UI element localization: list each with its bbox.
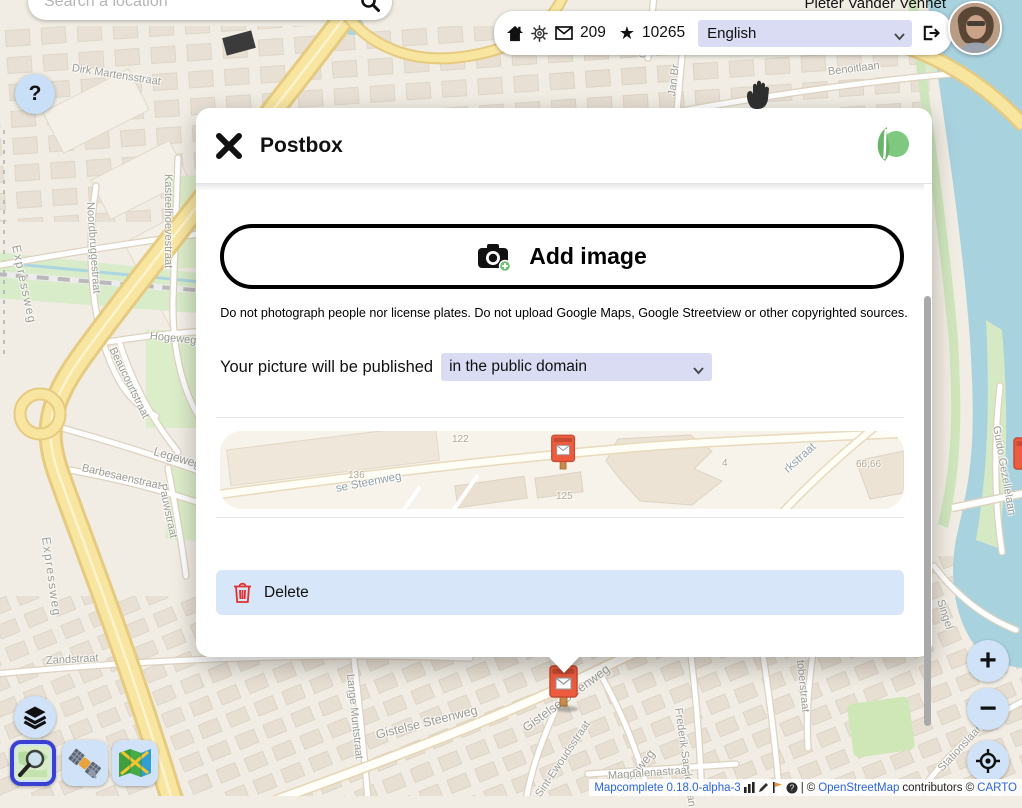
messages-icon[interactable] <box>555 26 573 40</box>
layers-icon <box>22 704 48 730</box>
folded-map-icon <box>117 745 153 781</box>
flag-icon[interactable] <box>772 782 783 793</box>
mapcomplete-version-link[interactable]: Mapcomplete 0.18.0-alpha-3 <box>594 782 740 794</box>
street-label: rkstraat <box>782 441 819 476</box>
background-aerial-button[interactable] <box>62 740 108 786</box>
help-circle-icon[interactable]: ? <box>786 782 798 794</box>
minimap-postbox-marker <box>550 431 577 480</box>
trash-icon <box>233 582 252 604</box>
image-license-note: Do not photograph people nor license pla… <box>219 300 909 327</box>
search-input[interactable] <box>42 0 360 12</box>
street-label: Expressweg <box>9 244 39 326</box>
street-label: Sint-Ewoudsstraat <box>533 719 593 800</box>
help-button[interactable]: ? <box>15 74 55 114</box>
chevron-down-icon <box>693 362 704 380</box>
modal-scrollbar[interactable] <box>924 188 932 649</box>
search-icon[interactable] <box>360 0 380 12</box>
help-label: ? <box>29 82 42 106</box>
attribution-bar: Mapcomplete 0.18.0-alpha-3 ? | © OpenStr… <box>589 779 1022 796</box>
street-label: Benoitlaan <box>827 60 880 78</box>
feature-minimap[interactable]: 122136125466;66se Steenwegrkstraat <box>220 431 904 509</box>
layers-button[interactable] <box>14 696 56 738</box>
street-label: se Steenweg <box>335 470 403 494</box>
street-label: 66;66 <box>856 459 881 470</box>
user-avatar[interactable] <box>948 1 1002 55</box>
zoom-in-button[interactable]: + <box>967 640 1009 682</box>
attrib-separator: | <box>801 782 804 794</box>
street-label: 125 <box>556 491 573 502</box>
scroll-shadow <box>196 184 924 191</box>
modal-pointer <box>548 656 580 673</box>
postbox-marker-edge[interactable] <box>1012 434 1022 489</box>
street-label: Kasteelhoevestraat <box>162 174 174 268</box>
street-label: Expressweg <box>39 536 64 618</box>
language-value: English <box>707 25 756 42</box>
logout-icon[interactable] <box>921 24 940 42</box>
publish-row: Your picture will be published in the pu… <box>220 353 712 381</box>
geolocate-button[interactable] <box>967 740 1009 782</box>
mapcomplete-logo-icon <box>872 125 910 168</box>
street-label: 122 <box>452 434 469 445</box>
street-label: Hogeweg <box>149 330 196 347</box>
stats-icon[interactable] <box>744 782 755 793</box>
attrib-middle: contributors © <box>902 782 974 794</box>
street-label: Dirk Martensstraat <box>71 62 162 88</box>
street-label: Jan Br <box>666 64 682 97</box>
user-name: Pieter Vander Vennet <box>805 0 947 12</box>
street-label: Beaucourtstraat <box>107 345 152 420</box>
home-icon[interactable] <box>506 25 524 42</box>
hand-cursor-icon <box>744 80 770 115</box>
street-label: Singel <box>934 598 955 631</box>
background-map-button[interactable] <box>112 740 158 786</box>
background-osm-button[interactable] <box>10 740 56 786</box>
street-label: Pauwstraat <box>156 483 179 539</box>
license-prefix: Your picture will be published <box>220 358 433 377</box>
street-label: Gistelse Steenweg <box>374 703 479 742</box>
satellite-icon <box>67 745 103 781</box>
popup-title: Postbox <box>260 134 343 158</box>
street-label: Zandstraat <box>46 652 99 667</box>
attrib-copyright: © <box>807 782 815 794</box>
divider <box>216 417 904 418</box>
street-label: 4 <box>722 458 728 469</box>
chevron-down-icon <box>894 28 905 45</box>
svg-text:?: ? <box>789 783 794 792</box>
geolocate-icon <box>975 748 1001 774</box>
changeset-count: 10265 <box>642 24 685 42</box>
add-image-label: Add image <box>529 243 647 270</box>
settings-gear-icon[interactable] <box>531 25 548 42</box>
messages-count: 209 <box>580 24 606 42</box>
zoom-out-button[interactable]: − <box>967 688 1009 730</box>
carto-link[interactable]: CARTO <box>977 782 1017 794</box>
osm-link[interactable]: OpenStreetMap <box>818 782 899 794</box>
star-icon: ★ <box>619 24 635 42</box>
mapcomplete-app: { "search": { "placeholder": "Search a l… <box>0 0 1022 796</box>
close-icon[interactable] <box>214 131 244 161</box>
feature-popup: Postbox Add image Do not photograph peop… <box>196 108 932 657</box>
popup-header: Postbox <box>196 108 932 183</box>
street-label: Lange Muntstraat <box>344 673 365 759</box>
street-label: Noordbruggestraat <box>84 202 102 294</box>
delete-label: Delete <box>264 584 309 602</box>
add-image-button[interactable]: Add image <box>220 224 904 289</box>
street-label: toberstraat <box>794 659 811 713</box>
osm-map-icon <box>15 745 51 781</box>
license-select[interactable]: in the public domain <box>441 353 712 381</box>
divider <box>216 517 904 518</box>
edit-icon[interactable] <box>758 782 769 793</box>
language-select[interactable]: English <box>698 20 912 47</box>
scrollbar-thumb[interactable] <box>924 296 931 726</box>
search-bar[interactable] <box>28 0 392 20</box>
street-label: Barbesaenstraat <box>81 462 162 492</box>
delete-button[interactable]: Delete <box>216 570 904 615</box>
camera-icon <box>477 242 513 272</box>
license-value: in the public domain <box>449 358 587 376</box>
user-panel: 209 ★ 10265 English <box>494 11 952 55</box>
